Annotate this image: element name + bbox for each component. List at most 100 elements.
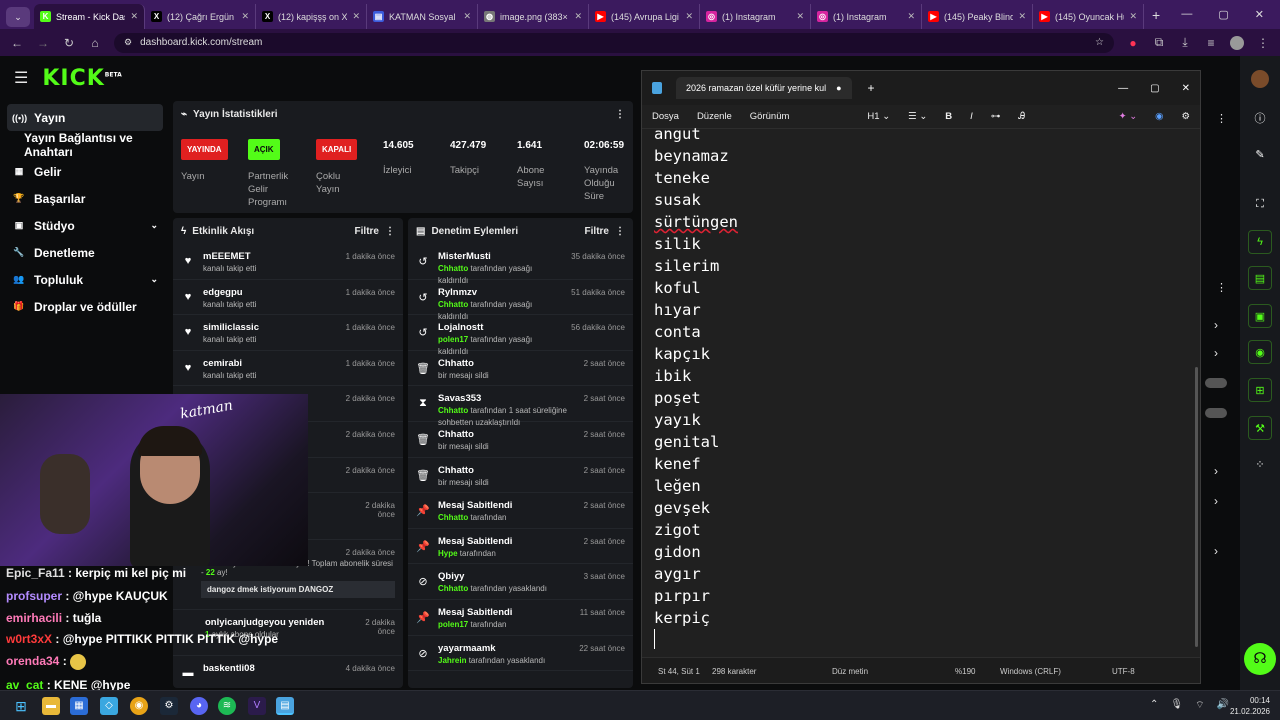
close-window-icon[interactable]: ✕ bbox=[1255, 8, 1264, 21]
list-rail-icon[interactable]: ▤ bbox=[1248, 266, 1272, 290]
notepad-new-tab-button[interactable]: + bbox=[868, 81, 875, 95]
moderation-target[interactable]: Qbiyy bbox=[438, 571, 576, 583]
activity-filter-button[interactable]: Filtre bbox=[355, 226, 379, 237]
chrome-icon[interactable]: ◉ bbox=[130, 697, 148, 715]
activity-menu-icon[interactable]: ⋮ bbox=[385, 226, 395, 237]
tab-close-icon[interactable]: ✕ bbox=[241, 11, 249, 22]
status-encoding[interactable]: UTF-8 bbox=[1112, 667, 1135, 676]
browser-menu-icon[interactable]: ⋮ bbox=[1256, 36, 1270, 50]
new-tab-button[interactable]: + bbox=[1152, 7, 1160, 23]
support-headset-button[interactable]: ☊ bbox=[1244, 643, 1276, 675]
account-icon[interactable]: ◉ bbox=[1155, 111, 1163, 122]
hidden-panel-menu-icon[interactable]: ⋮ bbox=[1201, 102, 1237, 132]
moderation-target[interactable]: Chhatto bbox=[438, 465, 576, 477]
chevron-down-icon[interactable]: ⌄ bbox=[150, 274, 158, 285]
notepad-close-icon[interactable]: ✕ bbox=[1182, 83, 1190, 94]
moderator-name[interactable]: polen17 bbox=[438, 335, 468, 344]
minimize-icon[interactable]: — bbox=[1181, 8, 1192, 21]
clock[interactable]: 00:14 21.02.2026 bbox=[1226, 695, 1270, 717]
home-icon[interactable]: ⌂ bbox=[88, 36, 102, 50]
browser-tab[interactable]: ▶ (145) Avrupa Ligi ✕ bbox=[589, 4, 700, 29]
layout-rail-icon[interactable]: ⊞ bbox=[1248, 378, 1272, 402]
settings-gear-icon[interactable]: ⚙ bbox=[1181, 111, 1190, 122]
chevron-right-icon[interactable]: › bbox=[1214, 318, 1218, 332]
bold-icon[interactable]: B bbox=[945, 111, 952, 122]
chevron-right-icon[interactable]: › bbox=[1214, 544, 1218, 558]
sidebar-item[interactable]: 🎁 Droplar ve ödüller bbox=[0, 293, 170, 320]
moderation-target[interactable]: MisterMusti bbox=[438, 251, 563, 263]
activity-username[interactable]: similiclassic bbox=[203, 322, 338, 334]
kick-logo[interactable]: KICKBETA bbox=[42, 66, 121, 91]
activity-username[interactable]: baskentli08 bbox=[203, 663, 338, 675]
chat-rail-icon[interactable]: ▣ bbox=[1248, 304, 1272, 328]
tab-close-icon[interactable]: ✕ bbox=[1129, 11, 1137, 22]
apps-rail-icon[interactable]: ⁘ bbox=[1248, 452, 1272, 476]
browser-tab[interactable]: X (12) kapişşş on X: ✕ bbox=[256, 4, 367, 29]
notepad-scrollbar[interactable] bbox=[1195, 367, 1198, 647]
windows-start-icon[interactable]: ⊞ bbox=[12, 697, 30, 715]
bookmark-star-icon[interactable]: ☆ bbox=[1095, 37, 1104, 48]
network-icon[interactable]: ⌔ bbox=[1195, 699, 1204, 712]
toggle-switch[interactable] bbox=[1205, 408, 1227, 418]
expand-icon[interactable]: ⛶ bbox=[1248, 192, 1272, 216]
notepad-text-area[interactable]: angut beynamaz teneke susak sürtüngen silik si… bbox=[654, 123, 738, 649]
url-field[interactable]: ⚙ dashboard.kick.com/stream ☆ bbox=[114, 32, 1114, 53]
sidebar-item[interactable]: Yayın Bağlantısı ve Anahtarı bbox=[0, 131, 170, 159]
chat-username[interactable]: profsuper bbox=[6, 589, 62, 603]
moderator-name[interactable]: Chhatto bbox=[438, 406, 468, 415]
moderator-name[interactable]: Jahrein bbox=[438, 656, 466, 665]
moderation-target[interactable]: Rylnmzv bbox=[438, 287, 563, 299]
activity-item[interactable]: ♥ similiclassic kanalı takip etti 1 dakika … bbox=[173, 315, 403, 351]
tab-close-icon[interactable]: ✕ bbox=[463, 11, 471, 22]
chevron-right-icon[interactable]: › bbox=[1214, 464, 1218, 478]
activity-username[interactable]: cemirabi bbox=[203, 358, 338, 370]
tab-close-icon[interactable]: ✕ bbox=[685, 11, 693, 22]
tab-close-icon[interactable]: ✕ bbox=[1018, 11, 1026, 22]
menu-edit[interactable]: Düzenle bbox=[697, 111, 732, 122]
forward-icon[interactable]: → bbox=[36, 36, 50, 50]
sidebar-item[interactable]: ((•)) Yayın bbox=[7, 104, 163, 131]
stats-menu-icon[interactable]: ⋮ bbox=[615, 109, 625, 120]
hamburger-menu-icon[interactable]: ☰ bbox=[14, 68, 28, 88]
moderator-name[interactable]: Chhatto bbox=[438, 264, 468, 273]
chevron-right-icon[interactable]: › bbox=[1214, 494, 1218, 508]
link-icon[interactable]: ⊶ bbox=[991, 111, 1001, 122]
maximize-icon[interactable]: ▢ bbox=[1218, 8, 1228, 21]
mic-icon[interactable]: 🎙 bbox=[1170, 699, 1183, 712]
moderation-item[interactable]: ⊘ yayarmaamk Jahrein tarafından yasaklandı… bbox=[408, 636, 633, 672]
broadcast-rail-icon[interactable]: ◉ bbox=[1248, 340, 1272, 364]
moderation-item[interactable]: 🗑 Chhatto bir mesajı sildi 2 saat önce bbox=[408, 458, 633, 494]
moderation-menu-icon[interactable]: ⋮ bbox=[615, 226, 625, 237]
app-icon[interactable]: ◇ bbox=[100, 697, 118, 715]
activity-username[interactable]: mEEEMET bbox=[203, 251, 338, 263]
activity-item[interactable]: ♥ edgegpu kanalı takip etti 1 dakika önce bbox=[173, 280, 403, 316]
moderation-target[interactable]: Chhatto bbox=[438, 358, 576, 370]
chat-username[interactable]: orenda34 bbox=[6, 654, 59, 668]
chat-username[interactable]: Epic_Fa11 bbox=[6, 566, 65, 580]
site-info-icon[interactable]: ⚙ bbox=[124, 37, 132, 48]
status-eol[interactable]: Windows (CRLF) bbox=[1000, 667, 1061, 676]
browser-tab[interactable]: ▶ (145) Peaky Blinde ✕ bbox=[922, 4, 1033, 29]
unsaved-dot-icon[interactable]: ● bbox=[836, 83, 841, 93]
menu-file[interactable]: Dosya bbox=[652, 111, 679, 122]
steam-icon[interactable]: ⚙ bbox=[160, 697, 178, 715]
moderator-name[interactable]: polen17 bbox=[438, 620, 468, 629]
sidepanel-icon[interactable]: ≡ bbox=[1204, 36, 1218, 50]
moderation-target[interactable]: Chhatto bbox=[438, 429, 576, 441]
back-icon[interactable]: ← bbox=[10, 36, 24, 50]
chat-username[interactable]: w0rt3xX bbox=[6, 632, 52, 646]
extensions-puzzle-icon[interactable]: ⧉ bbox=[1152, 35, 1166, 50]
tab-close-icon[interactable]: ✕ bbox=[130, 11, 138, 22]
clear-format-icon[interactable]: Ꭿ bbox=[1018, 111, 1025, 122]
moderation-item[interactable]: ⊘ Qbiyy Chhatto tarafından yasaklandı 3 saa… bbox=[408, 564, 633, 600]
user-avatar[interactable] bbox=[1251, 70, 1269, 88]
status-format[interactable]: Düz metin bbox=[832, 667, 868, 676]
moderation-item[interactable]: 📌 Mesaj Sabitlendi polen17 tarafından 11 sa… bbox=[408, 600, 633, 636]
extension-red-icon[interactable]: ● bbox=[1126, 36, 1140, 50]
menu-view[interactable]: Görünüm bbox=[750, 111, 790, 122]
browser-tab[interactable]: ◍ image.png (383× ✕ bbox=[478, 4, 589, 29]
notepad-minimize-icon[interactable]: — bbox=[1118, 83, 1128, 94]
browser-tab[interactable]: K Stream - Kick Das ✕ bbox=[34, 4, 145, 29]
browser-tab[interactable]: X (12) Çağrı Ergün o ✕ bbox=[145, 4, 256, 29]
activity-username[interactable]: edgegpu bbox=[203, 287, 338, 299]
